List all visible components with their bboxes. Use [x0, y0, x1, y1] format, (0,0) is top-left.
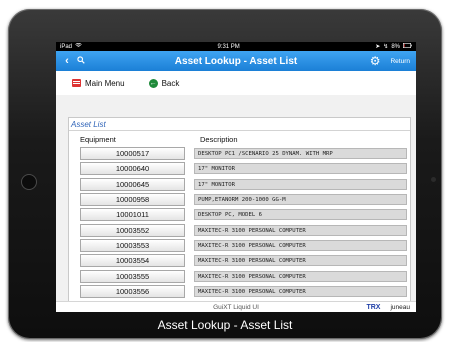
equipment-button[interactable]: 10003554	[80, 254, 185, 268]
main-menu-label: Main Menu	[85, 78, 125, 88]
return-button[interactable]: Return	[390, 58, 410, 65]
ipad-frame: iPad 9:31 PM ➤ ↯ 8% ‹ Asset Lookup - Ass…	[8, 9, 442, 339]
asset-list-panel: Asset List Equipment Description 1000051…	[68, 117, 411, 303]
table-row: 10000517 DESKTOP PC1 /SCENARIO 25 DYNAM.…	[69, 146, 410, 161]
chevron-left-icon[interactable]: ‹	[60, 55, 74, 67]
description-field: MAXITEC-R 3100 PERSONAL COMPUTER	[194, 239, 407, 251]
back-arrow-icon: ←	[148, 78, 158, 88]
equipment-button[interactable]: 10003555	[80, 269, 185, 283]
device-caption: Asset Lookup - Asset List	[157, 318, 293, 332]
table-row: 10000640 17" MONITOR	[69, 161, 410, 176]
battery-icon	[402, 43, 412, 50]
column-headers: Equipment Description	[69, 131, 410, 146]
wifi-icon	[75, 42, 82, 50]
bluetooth-icon: ↯	[383, 44, 389, 50]
equipment-button[interactable]: 10000645	[80, 177, 185, 191]
description-field: MAXITEC-R 3100 PERSONAL COMPUTER	[194, 285, 407, 297]
back-button[interactable]: ← Back	[148, 78, 180, 88]
description-field: PUMP,ETANORM 200-1000 GG-M	[194, 194, 407, 206]
description-field: MAXITEC-R 3100 PERSONAL COMPUTER	[194, 270, 407, 282]
equipment-column-header: Equipment	[80, 135, 116, 144]
table-row: 10001011 DESKTOP PC, MODEL 6	[69, 207, 410, 222]
content-area: Asset List Equipment Description 1000051…	[56, 95, 416, 303]
screen: iPad 9:31 PM ➤ ↯ 8% ‹ Asset Lookup - Ass…	[56, 42, 416, 312]
battery-percent: 8%	[391, 43, 400, 50]
equipment-button[interactable]: 10003556	[80, 284, 185, 298]
footer-product: GuiXT Liquid UI	[213, 303, 259, 311]
description-field: 17" MONITOR	[194, 163, 407, 175]
description-field: DESKTOP PC, MODEL 6	[194, 209, 407, 221]
table-row: 10003553 MAXITEC-R 3100 PERSONAL COMPUTE…	[69, 238, 410, 253]
description-field: MAXITEC-R 3100 PERSONAL COMPUTER	[194, 255, 407, 267]
footer-bar: GuiXT Liquid UI TRX juneau	[56, 301, 416, 312]
description-field: 17" MONITOR	[194, 178, 407, 190]
toolbar: Main Menu ← Back	[56, 71, 416, 96]
back-label: Back	[161, 78, 180, 88]
description-field: MAXITEC-R 3100 PERSONAL COMPUTER	[194, 224, 407, 236]
equipment-button[interactable]: 10000640	[80, 162, 185, 176]
table-row: 10000958 PUMP,ETANORM 200-1000 GG-M	[69, 192, 410, 207]
table-row: 10003552 MAXITEC-R 3100 PERSONAL COMPUTE…	[69, 222, 410, 237]
device-label: iPad	[60, 43, 73, 50]
description-field: DESKTOP PC1 /SCENARIO 25 DYNAM. WITH MRP	[194, 148, 407, 160]
home-button[interactable]	[21, 174, 37, 190]
description-column-header: Description	[200, 135, 238, 144]
table-row: 10000645 17" MONITOR	[69, 177, 410, 192]
search-icon[interactable]	[74, 56, 88, 66]
table-row: 10003554 MAXITEC-R 3100 PERSONAL COMPUTE…	[69, 253, 410, 268]
nav-bar: ‹ Asset Lookup - Asset List ⚙ Return	[56, 51, 416, 71]
equipment-button[interactable]: 10003553	[80, 238, 185, 252]
equipment-button[interactable]: 10000517	[80, 147, 185, 161]
status-time: 9:31 PM	[217, 43, 240, 50]
equipment-button[interactable]: 10003552	[80, 223, 185, 237]
location-icon: ➤	[375, 44, 381, 50]
gear-icon[interactable]: ⚙	[370, 54, 381, 68]
page-title: Asset Lookup - Asset List	[174, 55, 298, 67]
asset-rows: 10000517 DESKTOP PC1 /SCENARIO 25 DYNAM.…	[69, 146, 410, 299]
status-bar: iPad 9:31 PM ➤ ↯ 8%	[56, 42, 416, 51]
main-menu-button[interactable]: Main Menu	[72, 79, 125, 88]
table-row: 10003555 MAXITEC-R 3100 PERSONAL COMPUTE…	[69, 268, 410, 283]
asset-list-title: Asset List	[69, 118, 410, 131]
table-row: 10003556 MAXITEC-R 3100 PERSONAL COMPUTE…	[69, 284, 410, 299]
equipment-button[interactable]: 10000958	[80, 193, 185, 207]
camera-dot	[431, 177, 436, 182]
main-menu-icon	[72, 79, 81, 87]
equipment-button[interactable]: 10001011	[80, 208, 185, 222]
